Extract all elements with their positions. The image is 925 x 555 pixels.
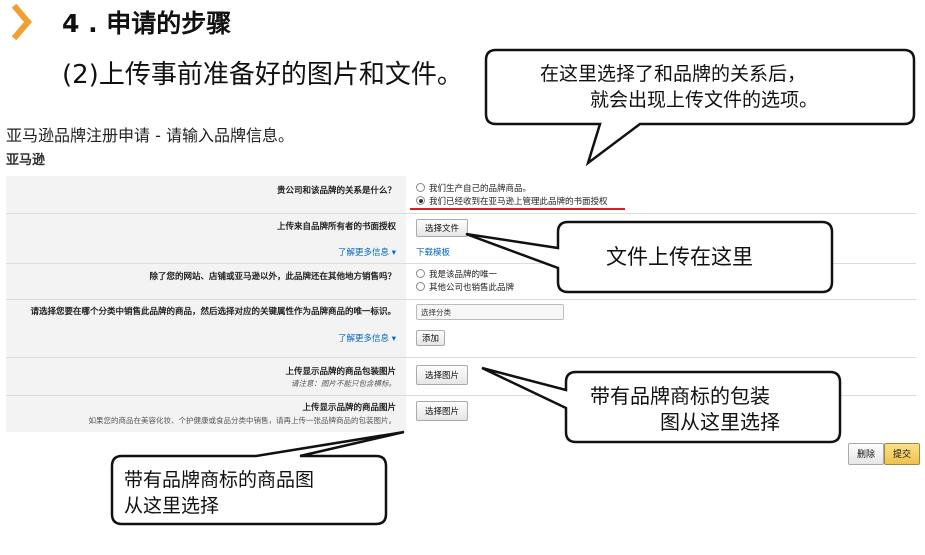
step-title: 4 . 申请的步骤 [62, 9, 232, 38]
callout-relation-line2: 就会出现上传文件的选项。 [590, 89, 819, 111]
download-template-link[interactable]: 下载模板 [416, 246, 450, 258]
category-select[interactable]: 选择分类 [416, 304, 564, 320]
form-subtitle: 亚马逊 [6, 153, 46, 168]
choose-product-image-button[interactable]: 选择图片 [416, 401, 469, 421]
callout-package-line1: 带有品牌商标的包装 [590, 384, 770, 408]
relation-option-own[interactable]: 我们生产自己的品牌商品。 [416, 182, 531, 194]
category-row: 请选择您要在哪个分类中销售此品牌的商品，然后选择对应的关键属性作为品牌商品的唯一… [6, 300, 916, 358]
callout-product-line2: 从这里选择 [124, 495, 220, 517]
radio-icon[interactable] [416, 269, 425, 278]
other-channels-option-sole[interactable]: 我是该品牌的唯一 [416, 268, 497, 280]
package-image-note: 请注意：图片不能只包含横标。 [291, 379, 396, 388]
category-question: 请选择您要在哪个分类中销售此品牌的商品，然后选择对应的关键属性作为品牌商品的唯一… [30, 307, 396, 317]
highlight-underline [410, 208, 625, 210]
choose-file-button[interactable]: 选择文件 [416, 219, 469, 237]
radio-icon[interactable] [416, 282, 425, 291]
relation-option-authorized[interactable]: 我们已经收到在亚马逊上管理此品牌的书面授权 [416, 195, 608, 207]
other-channels-row: 除了您的网站、店铺或亚马逊以外，此品牌还在其他地方销售吗？ 我是该品牌的唯一 其… [6, 264, 916, 300]
relation-question: 贵公司和该品牌的关系是什么？ [276, 186, 396, 196]
slide-subtitle: (2)上传事前准备好的图片和文件。 [62, 60, 463, 90]
more-info-link[interactable]: 了解更多信息 ▾ [338, 246, 396, 258]
form-title: 亚马逊品牌注册申请 - 请输入品牌信息。 [6, 126, 294, 145]
product-image-label: 上传显示品牌的商品图片 [302, 403, 396, 413]
other-channels-option-others[interactable]: 其他公司也销售此品牌 [416, 281, 514, 293]
package-image-row: 上传显示品牌的商品包装图片 请注意：图片不能只包含横标。 选择图片 [6, 358, 916, 396]
upload-auth-row: 上传来自品牌所有者的书面授权 了解更多信息 ▾ 选择文件 下载模板 [6, 214, 916, 264]
other-channels-question: 除了您的网站、店铺或亚马逊以外，此品牌还在其他地方销售吗？ [149, 272, 396, 282]
callout-package-line2: 图从这里选择 [660, 410, 780, 434]
radio-icon[interactable] [416, 183, 425, 192]
radio-selected-icon[interactable] [416, 196, 425, 205]
more-info-link[interactable]: 了解更多信息 ▾ [338, 332, 396, 344]
brand-registration-form: 贵公司和该品牌的关系是什么？ 我们生产自己的品牌商品。 我们已经收到在亚马逊上管… [6, 176, 916, 432]
callout-product-line1: 带有品牌商标的商品图 [124, 469, 315, 491]
upload-auth-label: 上传来自品牌所有者的书面授权 [276, 222, 396, 232]
callout-upload-text: 文件上传在这里 [606, 245, 753, 269]
chevron-right-icon [11, 3, 32, 41]
choose-package-image-button[interactable]: 选择图片 [416, 365, 469, 385]
callout-relation-line1: 在这里选择了和品牌的关系后， [540, 63, 807, 85]
package-image-label: 上传显示品牌的商品包装图片 [285, 367, 396, 377]
delete-button[interactable]: 删除 [848, 443, 885, 465]
product-image-note: 如果您的商品在美容化妆、个护健康或食品分类中销售，请再上传一张品牌商品的包装图片… [88, 416, 397, 425]
add-button[interactable]: 添加 [416, 330, 446, 346]
submit-button[interactable]: 提交 [884, 443, 921, 465]
